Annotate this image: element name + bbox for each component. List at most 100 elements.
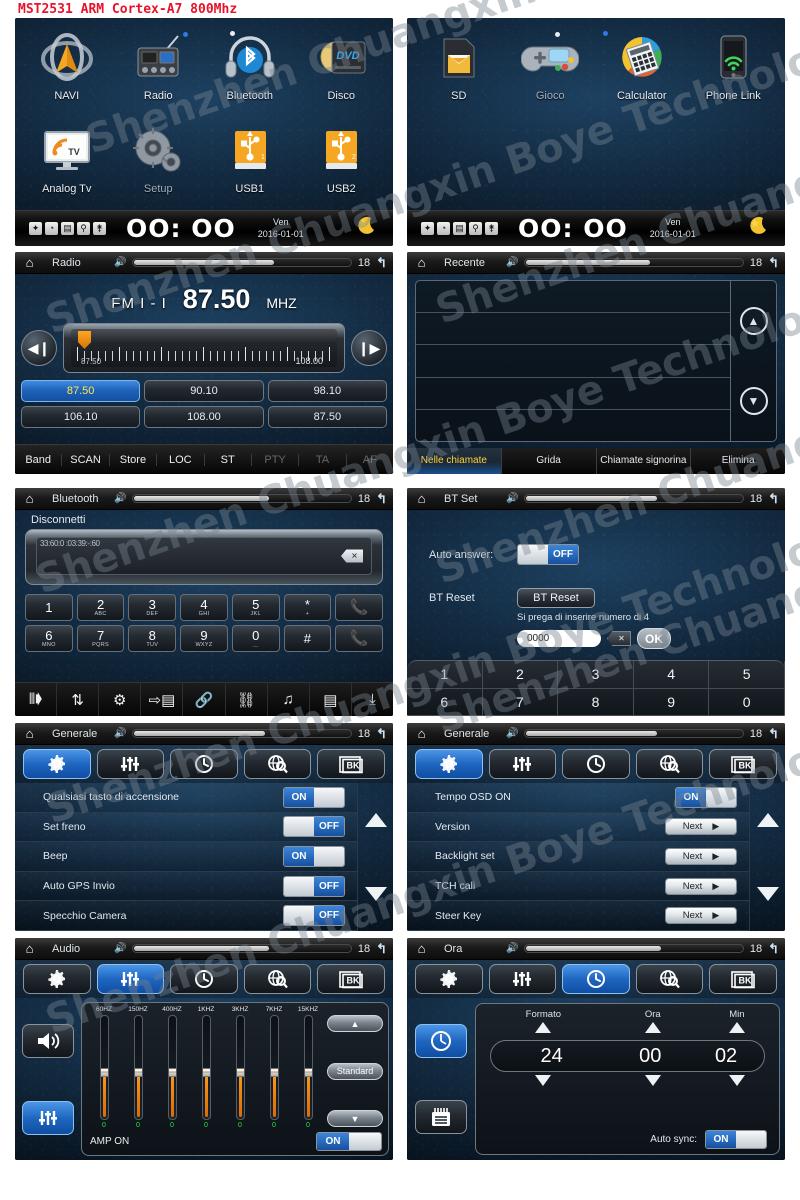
tab-audio[interactable] (488, 749, 557, 779)
back-icon[interactable]: ↰ (376, 726, 387, 742)
setting-toggle[interactable]: ON (283, 786, 345, 808)
tab-clock[interactable] (562, 749, 630, 779)
number-input[interactable]: 33:60:0 :03:39:-:60 ✕ (36, 537, 372, 575)
volume-slider[interactable] (132, 944, 352, 953)
tab-language[interactable] (243, 964, 312, 994)
setting-toggle[interactable]: ON (283, 845, 345, 867)
eq-slider[interactable] (303, 1015, 313, 1120)
eq-band[interactable]: 1KHZ 0 (190, 1006, 222, 1129)
list-item[interactable] (416, 313, 730, 346)
num-key-2[interactable]: 2 (482, 661, 559, 689)
eq-slider[interactable] (99, 1015, 109, 1120)
home-icon[interactable]: ⌂ (413, 255, 430, 270)
setting-row[interactable]: Backlight set Next ▶ (407, 842, 749, 872)
app-analog-tv[interactable]: TV Analog Tv (21, 117, 113, 210)
tab-clock[interactable] (170, 749, 238, 779)
app-navi[interactable]: NAVI (21, 24, 113, 117)
key-8[interactable]: 8 TUV (128, 625, 177, 652)
setting-row[interactable]: Specchio Camera OFF (15, 901, 357, 931)
num-key-6[interactable]: 6 (407, 688, 483, 716)
link-icon[interactable]: 🔗 (183, 683, 226, 716)
scroll-down-icon[interactable]: ▼ (739, 387, 768, 415)
key-6[interactable]: 6 MNO (25, 625, 73, 652)
speaker-icon[interactable] (22, 1023, 74, 1058)
tab-general[interactable] (23, 964, 91, 994)
tab-bk[interactable]: BK (709, 964, 777, 994)
tab-clock[interactable] (562, 964, 630, 994)
setting-row[interactable]: Auto GPS Invio OFF (15, 871, 357, 902)
scroll-down-icon[interactable] (756, 887, 779, 901)
setting-row[interactable]: TCH cali Next ▶ (407, 871, 749, 902)
eq-band[interactable]: 60HZ 0 (88, 1006, 120, 1129)
home-icon[interactable]: ⌂ (413, 941, 430, 956)
key-9[interactable]: 9 WXYZ (180, 625, 228, 652)
app-radio[interactable]: Radio (113, 24, 205, 117)
home-icon[interactable]: ⌂ (21, 941, 38, 956)
num-key-7[interactable]: 7 (482, 688, 559, 716)
speaker-icon[interactable]: 🔊 (114, 257, 126, 268)
app-disco[interactable]: DVD Disco (296, 24, 388, 117)
minute-up-icon[interactable] (728, 1022, 745, 1033)
tab-chiamate-signorina[interactable]: Chiamate signorina (597, 448, 692, 474)
home-icon[interactable]: ⌂ (21, 491, 38, 506)
function-st[interactable]: ST (205, 453, 252, 466)
scroll-down-icon[interactable]: ▼ (327, 1110, 383, 1127)
setting-row[interactable]: Steer Key Next ▶ (407, 901, 749, 931)
eq-band[interactable]: 15KHZ 0 (292, 1006, 324, 1129)
key-star[interactable]: * + (283, 594, 332, 621)
setting-toggle[interactable]: OFF (283, 875, 345, 897)
speaker-icon[interactable]: 🔊 (506, 257, 518, 268)
scroll-up-icon[interactable] (364, 813, 387, 827)
minute-down-icon[interactable] (728, 1075, 745, 1086)
tab-language[interactable] (635, 749, 704, 779)
connection-status-label[interactable]: Disconnetti (31, 514, 85, 526)
contacts-icon[interactable]: ▤ (310, 683, 352, 716)
eq-band[interactable]: 150HZ 0 (122, 1006, 154, 1129)
tab-language[interactable] (635, 964, 704, 994)
eq-slider[interactable] (167, 1015, 177, 1120)
key-5[interactable]: 5 JKL (231, 594, 280, 621)
function-loc[interactable]: LOC (157, 453, 205, 466)
moon-icon[interactable] (355, 215, 377, 243)
function-store[interactable]: Store (110, 453, 158, 466)
dialpad-icon[interactable]: ⦀➧ (15, 683, 58, 716)
app-usb2[interactable]: 2 USB2 (296, 117, 388, 210)
num-key-0[interactable]: 0 (709, 688, 785, 716)
home-icon[interactable]: ⌂ (21, 255, 38, 270)
list-item[interactable] (416, 378, 730, 410)
home-icon[interactable]: ⌂ (21, 726, 38, 741)
eq-slider[interactable] (269, 1015, 279, 1120)
call-history-icon[interactable]: ⇅ (57, 683, 100, 716)
num-key-3[interactable]: 3 (558, 661, 634, 689)
app-usb1[interactable]: 1 USB1 (204, 117, 296, 210)
preset-button[interactable]: 87.50 (21, 380, 141, 402)
home-icon[interactable]: ⌂ (413, 491, 430, 506)
app-sd[interactable]: SD (413, 24, 505, 132)
tuner-scale[interactable]: 87.50 108.00 (63, 323, 345, 373)
eq-band[interactable]: 7KHZ 0 (258, 1006, 290, 1129)
pin-input[interactable]: 0000 (517, 630, 601, 647)
setting-toggle[interactable]: OFF (283, 905, 345, 927)
bt-reset-button[interactable]: BT Reset (517, 588, 595, 608)
eq-slider[interactable] (133, 1015, 143, 1120)
ok-button[interactable]: OK (637, 628, 671, 649)
num-key-8[interactable]: 8 (558, 688, 634, 716)
preset-button[interactable]: 98.10 (267, 380, 387, 402)
eq-slider[interactable] (235, 1015, 245, 1120)
tab-language[interactable] (243, 749, 312, 779)
volume-slider[interactable] (524, 494, 744, 503)
tab-general[interactable] (415, 749, 483, 779)
next-button[interactable]: Next ▶ (665, 818, 737, 836)
tab-grida[interactable]: Grida (502, 448, 597, 474)
answer-call-icon[interactable]: 📞 (335, 594, 383, 621)
function-scan[interactable]: SCAN (62, 453, 110, 466)
list-item[interactable] (416, 281, 730, 314)
calendar-icon[interactable] (415, 1100, 467, 1134)
key-2[interactable]: 2 ABC (76, 594, 125, 621)
home-icon[interactable]: ⌂ (413, 726, 430, 741)
prev-station-button[interactable]: ◀❙ (21, 330, 57, 366)
num-key-9[interactable]: 9 (633, 688, 710, 716)
hour-up-icon[interactable] (644, 1022, 661, 1033)
tab-bk[interactable]: BK (317, 964, 385, 994)
preset-button[interactable]: 87.50 (267, 406, 387, 428)
